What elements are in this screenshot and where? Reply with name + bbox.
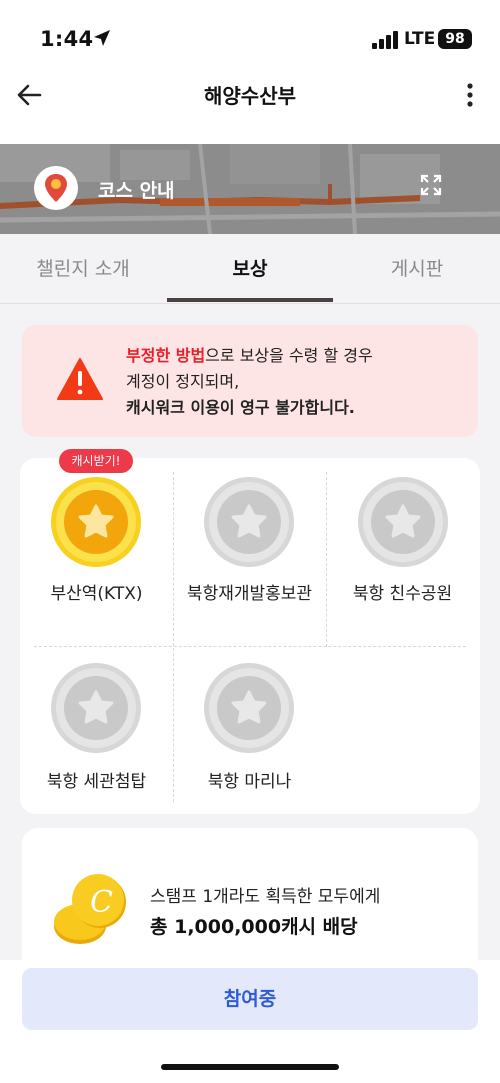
battery-indicator: 98 bbox=[438, 29, 472, 49]
warning-highlight: 부정한 방법 bbox=[126, 346, 206, 365]
warning-line2: 계정이 정지되며, bbox=[126, 372, 240, 391]
page-title: 해양수산부 bbox=[204, 84, 296, 108]
tab-active-indicator bbox=[167, 298, 333, 302]
stamp-label: 부산역(KTX) bbox=[50, 584, 143, 604]
reward-total: 총 1,000,000캐시 배당 bbox=[150, 916, 358, 938]
map-title: 코스 안내 bbox=[98, 180, 175, 202]
silver-star-coin-icon[interactable] bbox=[357, 476, 449, 568]
tab-bar: 챌린지 소개 보상 게시판 bbox=[0, 236, 500, 304]
stamp-label: 북항 세관첨탑 bbox=[46, 772, 147, 792]
cash-claim-badge[interactable]: 캐시받기! bbox=[59, 449, 133, 473]
warning-line3: 캐시워크 이용이 영구 불가합니다. bbox=[126, 398, 355, 417]
gold-star-coin-icon[interactable] bbox=[50, 476, 142, 568]
expand-icon[interactable] bbox=[420, 174, 442, 196]
reward-card: C 스탬프 1개라도 획득한 모두에게 총 1,000,000캐시 배당 bbox=[22, 828, 478, 978]
location-arrow-icon bbox=[94, 30, 110, 46]
warning-icon bbox=[57, 358, 103, 400]
status-time: 1:44 bbox=[40, 27, 94, 51]
signal-icon bbox=[372, 31, 398, 49]
warning-text: 부정한 방법으로 보상을 수령 할 경우 계정이 정지되며, 캐시워크 이용이 … bbox=[126, 343, 373, 421]
grid-divider bbox=[326, 472, 327, 647]
warning-banner: 부정한 방법으로 보상을 수령 할 경우 계정이 정지되며, 캐시워크 이용이 … bbox=[22, 325, 478, 437]
tab-board[interactable]: 게시판 bbox=[334, 236, 500, 302]
tab-challenge-intro[interactable]: 챌린지 소개 bbox=[0, 236, 166, 302]
nav-bar: 해양수산부 bbox=[0, 60, 500, 144]
reward-description: 스탬프 1개라도 획득한 모두에게 bbox=[150, 887, 381, 907]
tab-reward[interactable]: 보상 bbox=[167, 236, 333, 302]
location-pin-icon bbox=[45, 174, 67, 202]
stamp-label: 북항재개발홍보관 bbox=[186, 584, 313, 604]
network-label: LTE bbox=[404, 29, 436, 49]
grid-divider bbox=[34, 646, 466, 647]
more-vertical-icon[interactable] bbox=[458, 80, 482, 110]
home-indicator bbox=[161, 1064, 339, 1070]
cash-coins-icon: C bbox=[54, 874, 126, 944]
stamp-grid-card: 부산역(KTX) 북항재개발홍보관 북항 친수공원 북항 세관첨탑 북항 마리나 bbox=[20, 458, 480, 814]
silver-star-coin-icon[interactable] bbox=[50, 662, 142, 754]
svg-text:C: C bbox=[90, 885, 113, 920]
map-pin-badge bbox=[34, 166, 78, 210]
stamp-label: 북항 친수공원 bbox=[352, 584, 453, 604]
participating-button[interactable]: 참여중 bbox=[22, 968, 478, 1030]
silver-star-coin-icon[interactable] bbox=[203, 476, 295, 568]
grid-divider bbox=[173, 472, 174, 802]
silver-star-coin-icon[interactable] bbox=[203, 662, 295, 754]
stamp-label: 북항 마리나 bbox=[207, 772, 292, 792]
warning-line1: 으로 보상을 수령 할 경우 bbox=[205, 346, 373, 365]
